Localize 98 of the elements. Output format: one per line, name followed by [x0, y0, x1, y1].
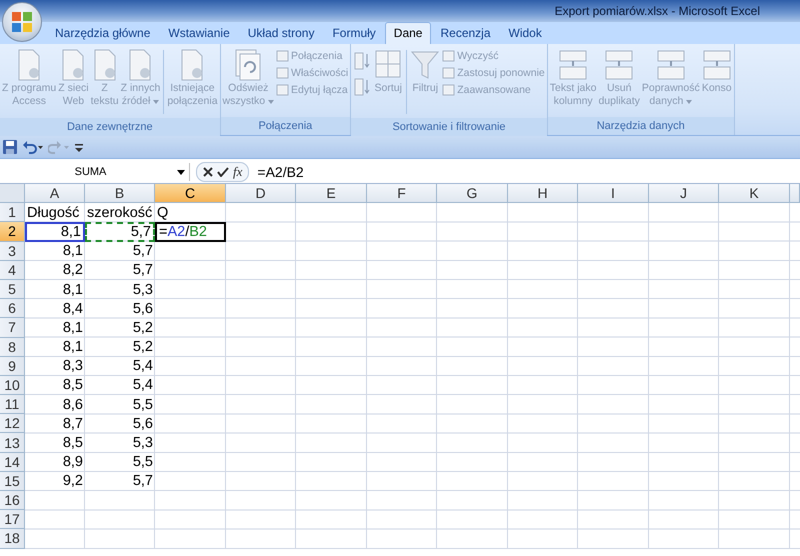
small-tool-icon [442, 49, 456, 62]
ribbon-tab[interactable]: Układ strony [238, 22, 324, 44]
caret-icon [686, 100, 692, 104]
group-label: Dane zewnętrzne [0, 118, 220, 136]
table-cell-text: 5,3 [132, 280, 154, 300]
office-logo-icon [10, 10, 34, 34]
small-tool-icon [442, 66, 456, 79]
customize-icon[interactable] [74, 141, 84, 153]
row-header[interactable]: 18 [0, 529, 25, 549]
column-header[interactable]: G [437, 184, 508, 204]
table-cell-text: 5,5 [132, 453, 154, 472]
table-cell-text: 8,1 [62, 242, 84, 261]
cancel-icon[interactable] [203, 167, 213, 177]
group-label: Połączenia [220, 117, 350, 135]
column-header[interactable]: J [649, 184, 719, 204]
editing-cell[interactable]: =A2/B2 [155, 222, 226, 242]
ribbon-tab[interactable]: Wstawianie [159, 22, 239, 44]
table-cell-text: 8,5 [62, 434, 84, 453]
row-header[interactable]: 1 [0, 203, 25, 222]
row-header[interactable]: 9 [0, 356, 25, 376]
ribbon-tab[interactable]: Widok [500, 22, 551, 44]
column-header[interactable]: E [296, 184, 367, 204]
table-cell-text: 8,6 [62, 396, 84, 414]
table-cell-text: 5,6 [132, 414, 154, 434]
table-cell-text: 5,3 [132, 434, 154, 453]
small-tool-icon [276, 83, 290, 96]
table-cell-text: Długość [26, 204, 80, 222]
refresh-icon [233, 48, 264, 82]
table-cell-text: 8,1 [62, 280, 84, 300]
row-header[interactable]: 14 [0, 452, 25, 472]
table-cell-text: szerokość [86, 204, 154, 222]
row-header[interactable]: 5 [0, 280, 25, 300]
table-cell-text: 5,5 [132, 396, 154, 414]
row-header[interactable]: 10 [0, 376, 25, 396]
sort-ascending-icon[interactable] [354, 52, 370, 70]
ribbon-tab[interactable]: Formuły [323, 22, 385, 44]
group-label: Sortowanie i filtrowanie [351, 118, 547, 136]
window-title: Export pomiarów.xlsx - Microsoft Excel [554, 4, 760, 18]
table-icon [656, 48, 686, 82]
row-header[interactable]: 2 [0, 222, 25, 242]
table-cell-text: 8,4 [62, 300, 84, 318]
undo-icon[interactable] [22, 139, 44, 155]
table-cell-text: 8,5 [62, 376, 84, 396]
table-cell-text: 5,2 [132, 338, 154, 357]
row-header[interactable]: 15 [0, 472, 25, 491]
insert-function-button[interactable]: fx [233, 164, 242, 180]
row-header[interactable]: 16 [0, 491, 25, 510]
table-cell-text: 8,2 [62, 261, 84, 280]
row-header[interactable]: 6 [0, 299, 25, 318]
row-header[interactable]: 7 [0, 318, 25, 338]
row-header[interactable]: 4 [0, 260, 25, 280]
table-icon [558, 48, 588, 82]
table-cell-text: 8,7 [62, 414, 84, 434]
column-header[interactable]: D [226, 184, 296, 204]
table-cell-text: 5,6 [132, 300, 154, 318]
column-header[interactable]: F [367, 184, 437, 204]
save-icon[interactable] [2, 139, 18, 155]
table-cell-text: 5,4 [132, 357, 154, 376]
formula-field[interactable]: =A2/B2 [249, 164, 304, 180]
table-cell-text: 8,9 [62, 453, 84, 472]
table-cell-text: 5,4 [132, 376, 154, 396]
small-tool-icon [276, 66, 290, 79]
caret-icon [268, 100, 274, 104]
column-header[interactable]: H [508, 184, 578, 204]
table-cell-text: 9,2 [62, 472, 84, 491]
table-cell-text: 5,7 [132, 242, 154, 261]
enter-icon[interactable] [217, 167, 229, 177]
column-header[interactable]: I [578, 184, 649, 204]
table-icon [702, 48, 732, 82]
caret-icon [153, 100, 160, 104]
ribbon-tab[interactable]: Dane [384, 22, 432, 44]
name-box[interactable]: SUMA [0, 163, 190, 181]
table-cell-text: 8,1 [62, 338, 84, 357]
small-tool-icon [276, 49, 290, 62]
caret-icon [177, 170, 185, 174]
table-cell-text: 5,7 [132, 261, 154, 280]
column-header[interactable]: A [25, 184, 85, 204]
table-cell-text: Q [156, 204, 170, 222]
row-header[interactable]: 8 [0, 338, 25, 357]
row-header[interactable]: 12 [0, 414, 25, 434]
table-cell-text: 8,1 [62, 318, 84, 338]
ribbon-tab[interactable]: Narzędzia główne [46, 22, 160, 44]
row-header[interactable]: 17 [0, 510, 25, 530]
column-header[interactable]: K [719, 184, 790, 204]
row-header[interactable]: 13 [0, 433, 25, 453]
column-header[interactable]: B [85, 184, 155, 204]
table-cell-text: 8,3 [62, 357, 84, 376]
row-header[interactable]: 3 [0, 242, 25, 261]
table-cell-text: 5,7 [132, 472, 154, 491]
table-cell-text: 5,2 [132, 318, 154, 338]
table-icon [604, 48, 634, 82]
row-header[interactable]: 11 [0, 395, 25, 414]
table-cell: 8,1 [25, 222, 85, 242]
ribbon-tab[interactable]: Recenzja [431, 22, 500, 44]
small-tool-icon [442, 83, 456, 96]
sort-descending-icon[interactable] [354, 78, 370, 96]
column-header[interactable]: C [155, 184, 226, 204]
group-label: Narzędzia danych [548, 117, 734, 135]
